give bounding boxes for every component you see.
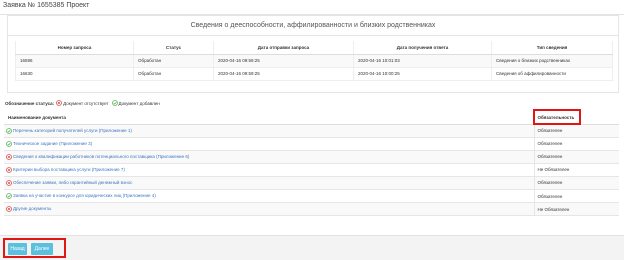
table-row: Критерии выбора поставщика услуги (Прило… xyxy=(4,163,619,177)
request-status: Обработан xyxy=(133,54,214,68)
required-value: Обязателен xyxy=(533,150,619,164)
request-sent-date: 2020-04-16 09:59:25 xyxy=(213,54,354,68)
document-cell: Техническое задание (Приложение 3) xyxy=(4,137,534,151)
info-panel: Сведения о дееспособности, аффилированно… xyxy=(7,15,619,93)
header-bar: Заявка № 1655385 Проект xyxy=(0,0,624,15)
request-number: 16630 xyxy=(15,67,134,81)
document-link[interactable]: Заявка на участие в конкурсе для юридиче… xyxy=(13,193,156,198)
legend-label: Обозначение статуса: xyxy=(5,100,55,106)
panel-title: Сведения о дееспособности, аффилированно… xyxy=(8,16,618,36)
required-value: Обязателен xyxy=(533,189,619,204)
required-value: Обязателен xyxy=(533,124,619,138)
required-value: Не Обязателен xyxy=(533,163,619,177)
request-received-date: 2020-04-16 10:01:03 xyxy=(353,54,492,68)
next-button[interactable]: Далее xyxy=(31,243,53,255)
col-header-received-date: Дата получения ответа xyxy=(353,41,492,55)
missing-status-icon xyxy=(6,206,12,213)
document-link[interactable]: Сведения о квалификации работников потен… xyxy=(13,154,189,159)
col-header-sent-date: Дата отправки запроса xyxy=(213,41,354,55)
col-header-document-name: Наименование документа xyxy=(4,111,534,125)
document-link[interactable]: Критерии выбора поставщика услуги (Прило… xyxy=(13,167,125,172)
table-row: Сведения о квалификации работников потен… xyxy=(4,150,619,164)
requests-table: Номер запроса Статус Дата отправки запро… xyxy=(15,41,613,81)
required-value: Обязателен xyxy=(533,137,619,151)
added-status-icon xyxy=(6,193,12,199)
document-link[interactable]: Обеспечение заявки, либо гарантийный ден… xyxy=(13,180,132,185)
table-row: Перечень категорий получателей услуги (П… xyxy=(4,124,619,138)
document-cell: Другие документы xyxy=(4,202,534,217)
document-cell: Обеспечение заявки, либо гарантийный ден… xyxy=(4,176,534,190)
col-header-info-type: Тип сведения xyxy=(491,41,613,55)
request-info-type: Сведения о близких родственниках xyxy=(491,54,613,68)
added-status-icon xyxy=(6,127,12,134)
legend-added-text: Документ добавлен xyxy=(118,100,160,106)
legend-missing-text: Документ отсутствует xyxy=(63,100,109,106)
missing-status-icon xyxy=(6,166,12,173)
table-row: Другие документы Не Обязателен xyxy=(4,202,619,217)
table-row: 16596 Обработан 2020-04-16 09:59:25 2020… xyxy=(15,54,613,68)
request-status: Обработан xyxy=(133,67,214,81)
documents-table: Наименование документа Обязательность Пе… xyxy=(4,111,619,217)
col-header-status: Статус xyxy=(133,41,214,55)
table-row: Обеспечение заявки, либо гарантийный ден… xyxy=(4,176,619,190)
col-header-request-number: Номер запроса xyxy=(15,41,134,55)
required-value: Обязателен xyxy=(533,176,619,190)
request-sent-date: 2020-04-16 09:59:25 xyxy=(213,67,354,81)
back-button[interactable]: Назад xyxy=(8,243,27,255)
required-column-highlight xyxy=(533,109,581,125)
missing-status-icon xyxy=(6,180,12,186)
request-received-date: 2020-04-16 10:00:25 xyxy=(353,67,492,81)
request-number: 16596 xyxy=(15,54,134,68)
document-cell: Перечень категорий получателей услуги (П… xyxy=(4,124,534,138)
table-row: Техническое задание (Приложение 3) Обязат… xyxy=(4,137,619,151)
table-row: 16630 Обработан 2020-04-16 09:59:25 2020… xyxy=(15,67,613,81)
footer-bar xyxy=(0,235,624,260)
required-value: Не Обязателен xyxy=(533,202,619,217)
document-cell: Заявка на участие в конкурсе для юридиче… xyxy=(4,189,534,204)
page-title: Заявка № 1655385 Проект xyxy=(3,2,90,9)
added-status-icon xyxy=(6,140,12,147)
missing-status-icon xyxy=(56,100,63,106)
table-row: Заявка на участие в конкурсе для юридиче… xyxy=(4,189,619,204)
status-legend: Обозначение статуса: Документ отсутствуе… xyxy=(5,100,160,106)
document-cell: Сведения о квалификации работников потен… xyxy=(4,150,534,164)
document-link[interactable]: Перечень категорий получателей услуги (П… xyxy=(13,128,132,133)
request-info-type: Сведения об аффилированности xyxy=(491,67,613,81)
document-link[interactable]: Техническое задание (Приложение 3) xyxy=(13,141,92,146)
document-link[interactable]: Другие документы xyxy=(13,206,51,211)
missing-status-icon xyxy=(6,153,12,160)
document-cell: Критерии выбора поставщика услуги (Прило… xyxy=(4,163,534,177)
added-status-icon xyxy=(111,100,118,106)
